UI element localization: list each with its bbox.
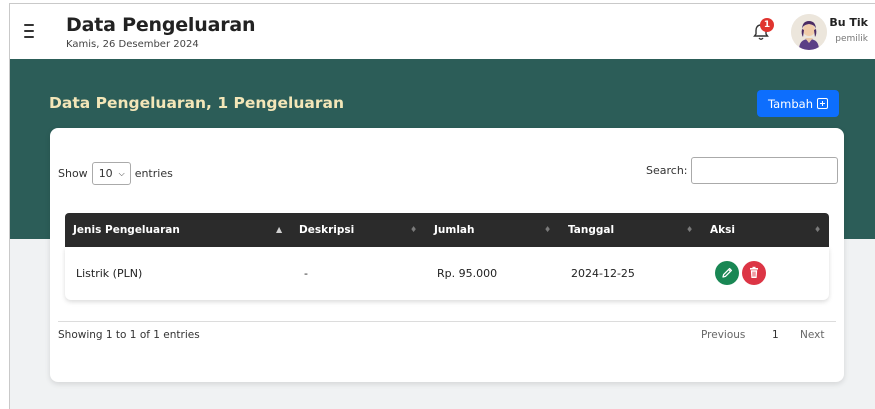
page-1-button[interactable]: 1 xyxy=(772,329,779,341)
plus-square-icon xyxy=(817,98,828,109)
trash-icon xyxy=(750,266,758,278)
page-date: Kamis, 26 Desember 2024 xyxy=(66,39,199,50)
previous-button[interactable]: Previous xyxy=(701,329,745,341)
entries-length-control: Show 10 ⌵ entries xyxy=(58,162,173,185)
add-button[interactable]: Tambah xyxy=(757,90,839,117)
search-input[interactable] xyxy=(690,157,838,184)
notification-badge: 1 xyxy=(760,18,774,32)
divider xyxy=(58,321,836,322)
avatar[interactable] xyxy=(791,14,827,50)
sort-icon[interactable]: ▲ xyxy=(276,213,282,247)
menu-icon[interactable] xyxy=(24,24,40,38)
column-header-jumlah[interactable]: Jumlah xyxy=(434,213,474,247)
entries-select[interactable]: 10 ⌵ xyxy=(91,162,131,185)
cell-deskripsi: - xyxy=(304,267,308,280)
pencil-icon xyxy=(722,267,733,278)
edit-button[interactable] xyxy=(715,261,739,285)
cell-jumlah: Rp. 95.000 xyxy=(437,267,498,280)
add-button-label: Tambah xyxy=(767,96,813,111)
delete-button[interactable] xyxy=(742,261,766,285)
user-role: pemilik xyxy=(835,34,868,44)
sort-icon[interactable]: ♦ xyxy=(814,213,821,247)
table-info: Showing 1 to 1 of 1 entries xyxy=(58,329,200,341)
top-navbar: Data Pengeluaran Kamis, 26 Desember 2024… xyxy=(10,4,875,59)
user-avatar-icon xyxy=(791,14,827,50)
search-control: Search: xyxy=(646,157,838,184)
app-window: Data Pengeluaran Kamis, 26 Desember 2024… xyxy=(9,3,875,409)
user-name: Bu Tik xyxy=(829,16,868,29)
column-header-aksi[interactable]: Aksi xyxy=(710,213,735,247)
entries-value: 10 xyxy=(98,167,113,180)
data-card: Show 10 ⌵ entries Search: Jenis Pengelua… xyxy=(50,128,844,382)
title-block: Data Pengeluaran Kamis, 26 Desember 2024 xyxy=(66,14,256,50)
section-title: Data Pengeluaran, 1 Pengeluaran xyxy=(49,94,344,112)
table-row: Listrik (PLN) - Rp. 95.000 2024-12-25 xyxy=(65,247,829,300)
chevron-down-icon: ⌵ xyxy=(118,169,125,178)
sort-icon[interactable]: ♦ xyxy=(544,213,551,247)
column-header-tanggal[interactable]: Tanggal xyxy=(568,213,614,247)
entries-label: entries xyxy=(134,167,173,180)
next-button[interactable]: Next xyxy=(800,329,824,341)
search-label: Search: xyxy=(646,164,688,177)
sort-icon[interactable]: ♦ xyxy=(410,213,417,247)
table-header: Jenis Pengeluaran ▲ Deskripsi ♦ Jumlah ♦… xyxy=(65,213,829,247)
cell-jenis: Listrik (PLN) xyxy=(76,267,143,280)
page-title: Data Pengeluaran xyxy=(66,14,256,36)
cell-tanggal: 2024-12-25 xyxy=(571,267,635,280)
column-header-jenis[interactable]: Jenis Pengeluaran xyxy=(73,213,180,247)
sort-icon[interactable]: ♦ xyxy=(686,213,693,247)
show-label: Show xyxy=(58,167,88,180)
column-header-deskripsi[interactable]: Deskripsi xyxy=(299,213,354,247)
